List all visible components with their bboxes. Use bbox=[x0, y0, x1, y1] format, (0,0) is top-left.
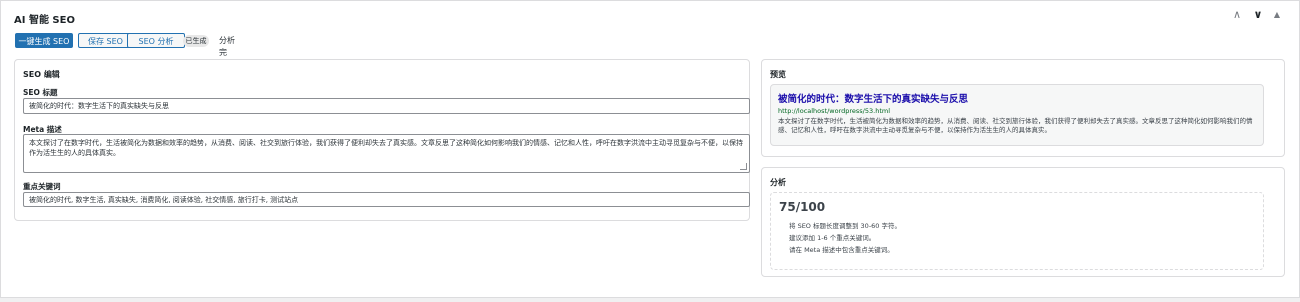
analysis-tip: 请在 Meta 描述中包含重点关键词。 bbox=[789, 246, 894, 254]
seo-score: 75/100 bbox=[779, 200, 826, 214]
seo-title-label: SEO 标题 bbox=[23, 88, 58, 97]
analysis-tip: 建议添加 1-6 个重点关键词。 bbox=[789, 234, 876, 242]
preview-title: 预览 bbox=[770, 70, 786, 79]
analysis-card: 分析 75/100 将 SEO 标题长度调整到 30-60 字符。 建议添加 1… bbox=[761, 167, 1285, 277]
keywords-label: 重点关键词 bbox=[23, 182, 61, 191]
seo-editor-card: SEO 编辑 SEO 标题 被简化的时代：数字生活下的真实缺失与反思 Meta … bbox=[14, 59, 750, 221]
serp-description: 本文探讨了在数字时代，生活被简化为数据和效率的趋势，从消费、阅读、社交到旅行体验… bbox=[778, 117, 1253, 134]
move-down-icon[interactable]: ∨ bbox=[1250, 7, 1266, 23]
serp-url: http://localhost/wordpress/53.html bbox=[778, 107, 891, 115]
analysis-title: 分析 bbox=[770, 178, 786, 187]
meta-description-text: 本文探讨了在数字时代，生活被简化为数据和效率的趋势，从消费、阅读、社交到旅行体验… bbox=[29, 139, 743, 157]
panel-title: AI 智能 SEO bbox=[14, 15, 75, 26]
analysis-tips: 将 SEO 标题长度调整到 30-60 字符。 建议添加 1-6 个重点关键词。… bbox=[789, 220, 901, 256]
move-up-icon[interactable]: ∧ bbox=[1229, 7, 1245, 23]
meta-description-textarea[interactable]: 本文探讨了在数字时代，生活被简化为数据和效率的趋势，从消费、阅读、社交到旅行体验… bbox=[23, 134, 750, 173]
seo-title-input[interactable]: 被简化的时代：数字生活下的真实缺失与反思 bbox=[23, 98, 750, 114]
analysis-box: 75/100 将 SEO 标题长度调整到 30-60 字符。 建议添加 1-6 … bbox=[770, 192, 1264, 270]
serp-preview: 被简化的时代：数字生活下的真实缺失与反思 http://localhost/wo… bbox=[770, 84, 1264, 146]
preview-card: 预览 被简化的时代：数字生活下的真实缺失与反思 http://localhost… bbox=[761, 59, 1285, 157]
generate-seo-button[interactable]: 一键生成 SEO bbox=[15, 33, 73, 48]
status-badge: 已生成 bbox=[183, 35, 209, 47]
keywords-input[interactable]: 被简化的时代, 数字生活, 真实缺失, 消费简化, 阅读体验, 社交情感, 旅行… bbox=[23, 192, 750, 207]
ai-seo-panel: AI 智能 SEO ∧ ∨ ▲ 一键生成 SEO 保存 SEO SEO 分析 已… bbox=[0, 0, 1300, 298]
editor-title: SEO 编辑 bbox=[23, 70, 60, 79]
serp-title[interactable]: 被简化的时代：数字生活下的真实缺失与反思 bbox=[778, 91, 968, 105]
save-seo-button[interactable]: 保存 SEO bbox=[78, 33, 133, 48]
toggle-panel-icon[interactable]: ▲ bbox=[1269, 7, 1285, 23]
analyze-seo-button[interactable]: SEO 分析 bbox=[127, 33, 185, 48]
resize-handle-icon[interactable] bbox=[740, 163, 747, 170]
analysis-tip: 将 SEO 标题长度调整到 30-60 字符。 bbox=[789, 222, 902, 230]
